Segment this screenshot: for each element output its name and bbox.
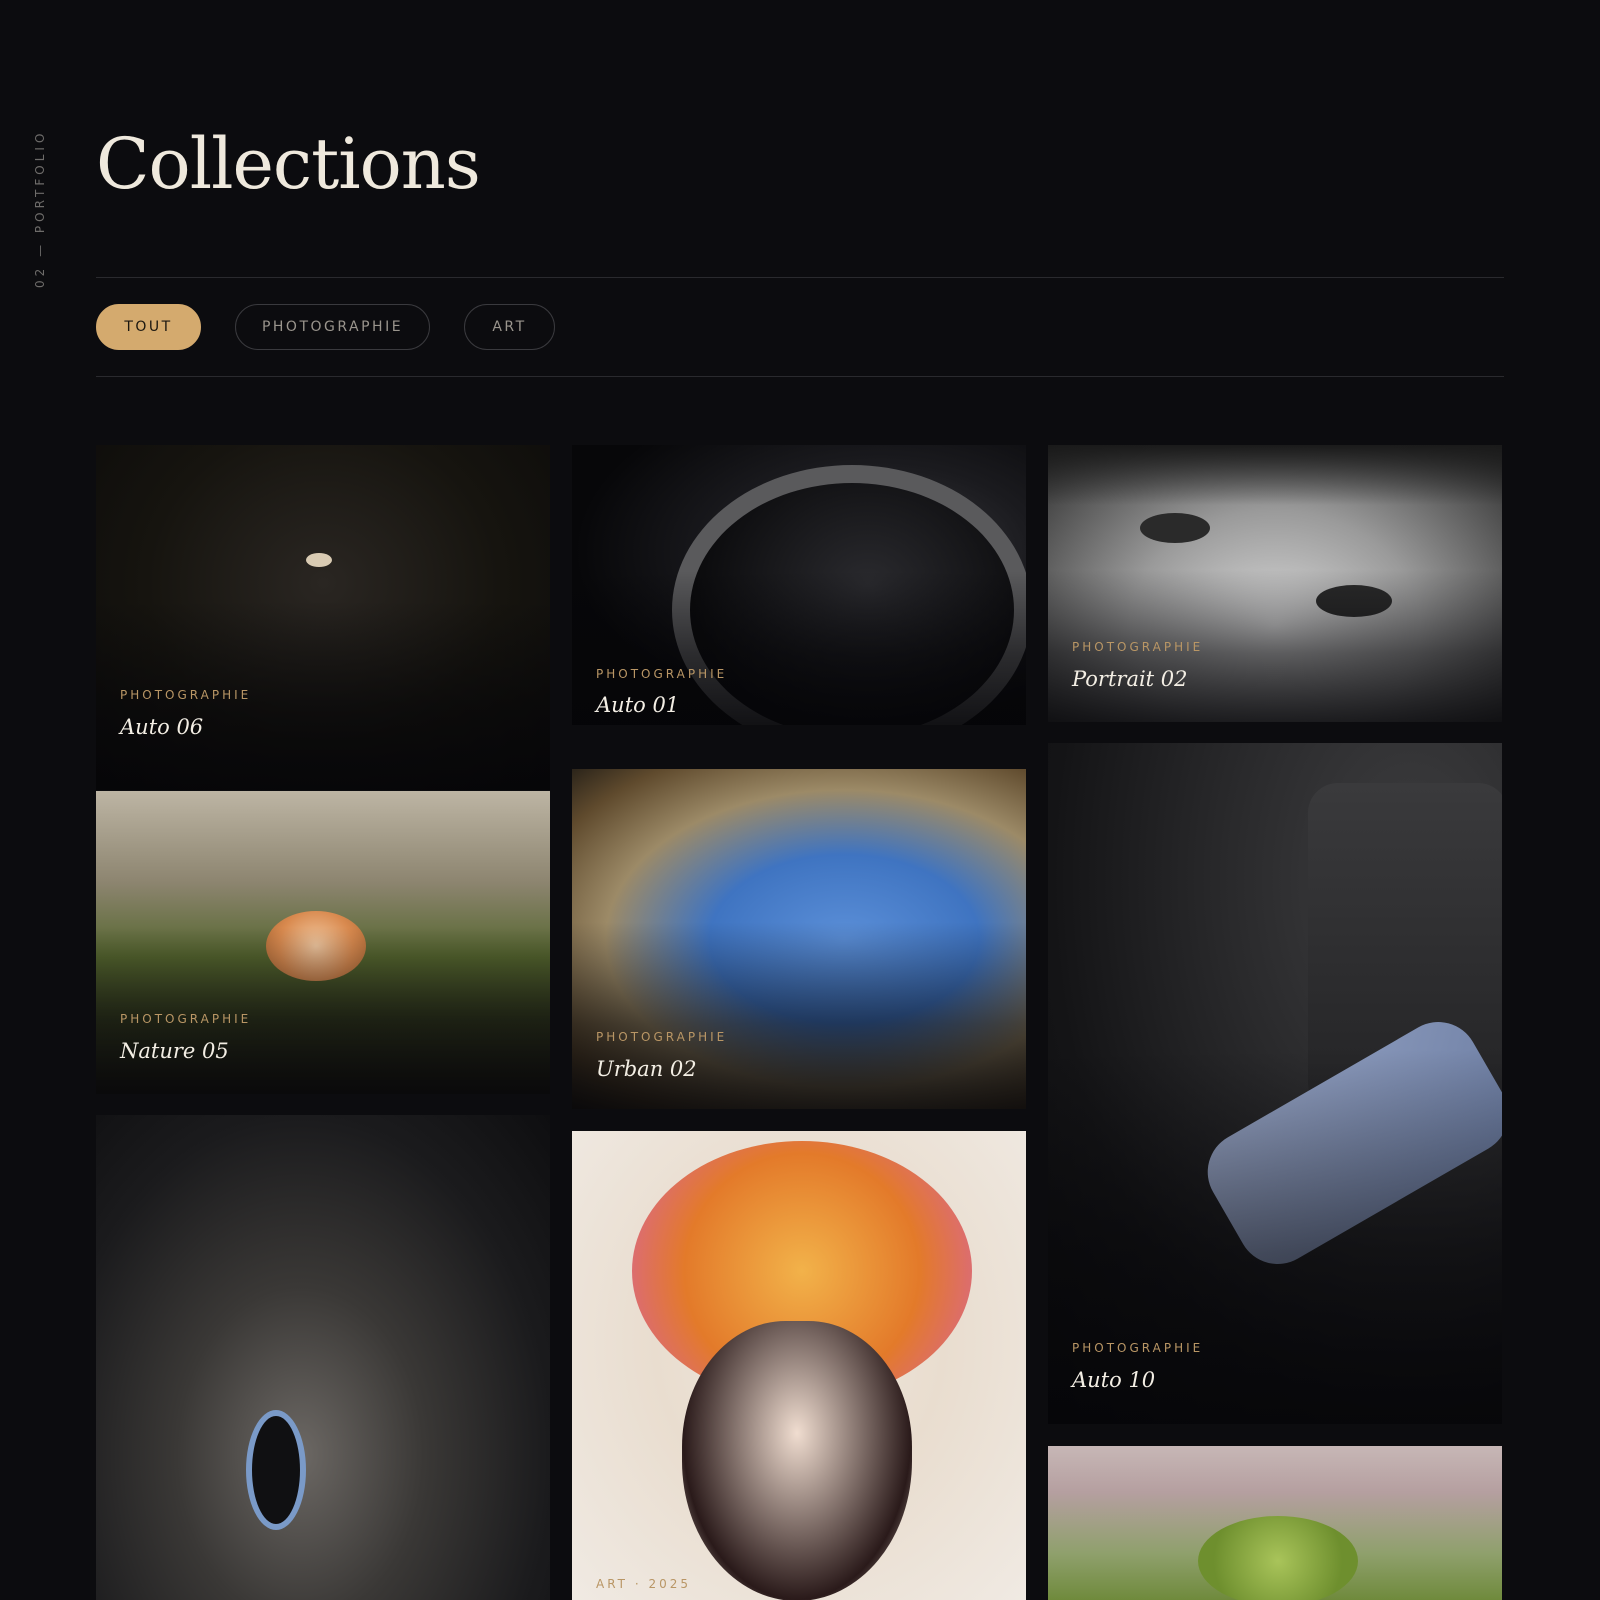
gallery-card-nature-05[interactable]: PHOTOGRAPHIE Nature 05: [96, 791, 550, 1094]
card-category: PHOTOGRAPHIE: [1072, 640, 1204, 654]
gallery-card-art[interactable]: ART · 2025: [572, 1131, 1026, 1600]
filter-bar: TOUT PHOTOGRAPHIE ART: [96, 304, 555, 350]
painted-face-shape: [682, 1321, 912, 1600]
card-category: ART · 2025: [596, 1577, 691, 1591]
card-title: Urban 02: [596, 1057, 697, 1081]
gallery-card-interior[interactable]: [96, 1115, 550, 1600]
card-title: Auto 01: [596, 693, 680, 717]
gallery-card-auto-06[interactable]: PHOTOGRAPHIE Auto 06: [96, 445, 550, 790]
gallery-card-auto-01[interactable]: PHOTOGRAPHIE Auto 01: [572, 445, 1026, 725]
card-category: PHOTOGRAPHIE: [596, 1030, 728, 1044]
start-button-shape: [246, 1410, 306, 1530]
card-category: PHOTOGRAPHIE: [120, 1012, 252, 1026]
card-category: PHOTOGRAPHIE: [1072, 1341, 1204, 1355]
divider-top: [96, 277, 1504, 278]
card-title: Auto 06: [120, 715, 204, 739]
card-title: Nature 05: [120, 1039, 229, 1063]
filter-all-button[interactable]: TOUT: [96, 304, 201, 350]
gallery-card-portrait-02[interactable]: PHOTOGRAPHIE Portrait 02: [1048, 445, 1502, 722]
card-category: PHOTOGRAPHIE: [596, 667, 728, 681]
divider-bottom: [96, 376, 1504, 377]
gallery-card-urban-02[interactable]: PHOTOGRAPHIE Urban 02: [572, 769, 1026, 1109]
gallery-card-plant[interactable]: [1048, 1446, 1502, 1600]
section-side-label: 02 — PORTFOLIO: [33, 130, 47, 289]
gallery-card-auto-10[interactable]: PHOTOGRAPHIE Auto 10: [1048, 743, 1502, 1424]
page-title: Collections: [96, 123, 481, 205]
card-title: Auto 10: [1072, 1368, 1156, 1392]
filter-photographie-button[interactable]: PHOTOGRAPHIE: [235, 304, 430, 350]
card-title: Portrait 02: [1072, 667, 1188, 691]
plant-shape: [1198, 1516, 1358, 1600]
filter-art-button[interactable]: ART: [464, 304, 555, 350]
card-category: PHOTOGRAPHIE: [120, 688, 252, 702]
card-image: [96, 1115, 550, 1600]
